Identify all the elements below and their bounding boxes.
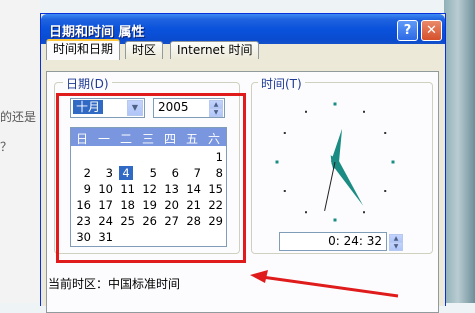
clock-hour-mark (391, 160, 395, 164)
background-text: ？ (0, 140, 13, 154)
calendar-day[interactable]: 30 (71, 230, 91, 244)
clock-hour-mark (305, 110, 307, 113)
red-arrow-annotation (250, 270, 399, 298)
calendar-weekday-header: 日 一 二 三 四 五 六 (71, 128, 226, 146)
weekday-label: 日 (75, 132, 88, 146)
calendar-day[interactable]: 24 (93, 214, 113, 228)
year-stepper[interactable]: 2005 ▲ ▼ (153, 98, 225, 118)
tab-internet-time[interactable]: Internet 时间 (170, 41, 260, 59)
time-group-label: 时间(T) (258, 75, 305, 92)
second-hand (324, 161, 336, 212)
clock-hour-mark (275, 160, 279, 164)
calendar-day[interactable]: 14 (181, 182, 201, 196)
calendar-day[interactable]: 29 (203, 214, 223, 228)
weekday-label: 四 (163, 132, 176, 146)
calendar-day[interactable]: 15 (203, 182, 223, 196)
weekday-label: 三 (141, 132, 154, 146)
year-value: 2005 (158, 100, 189, 114)
window-title: 日期和时间 属性 (49, 25, 145, 40)
clock-hour-mark (363, 211, 365, 214)
weekday-label: 六 (207, 132, 220, 146)
calendar-day[interactable]: 28 (181, 214, 201, 228)
clock-hour-mark (283, 190, 286, 192)
calendar: 日 一 二 三 四 五 六 1 2 3 4 5 6 7 8 9 10 11 12 13 14 15 16 17 1… (70, 127, 227, 247)
weekday-label: 二 (119, 132, 132, 146)
calendar-day[interactable]: 16 (71, 198, 91, 212)
clock-hands (324, 128, 364, 212)
chevron-down-icon[interactable]: ▼ (127, 100, 143, 116)
background-image (444, 0, 475, 303)
help-button[interactable]: ? (397, 20, 418, 41)
calendar-day[interactable]: 1 (203, 150, 223, 164)
calendar-day[interactable]: 8 (203, 166, 223, 180)
calendar-day[interactable]: 19 (137, 198, 157, 212)
calendar-day[interactable]: 18 (115, 198, 135, 212)
calendar-day[interactable]: 11 (115, 182, 135, 196)
clock-hour-mark (363, 110, 365, 113)
calendar-day[interactable]: 21 (181, 198, 201, 212)
clock-hour-mark (283, 132, 286, 134)
tab-date-time[interactable]: 时间和日期 (46, 39, 121, 60)
time-field[interactable]: 0: 24: 32 (279, 232, 387, 251)
weekday-label: 五 (185, 132, 198, 146)
calendar-day[interactable]: 13 (159, 182, 179, 196)
clock-hour-mark (305, 211, 307, 214)
spin-down-icon[interactable]: ▼ (209, 108, 223, 117)
clock-hour-mark (333, 218, 337, 222)
calendar-day[interactable]: 4 (119, 166, 133, 180)
background-text: 的还是 (0, 110, 37, 124)
month-value: 十月 (73, 100, 104, 114)
month-select[interactable]: 十月 ▼ (70, 98, 145, 118)
time-spin-down-icon[interactable]: ▼ (389, 242, 403, 251)
calendar-day[interactable]: 5 (137, 166, 157, 180)
calendar-day[interactable]: 23 (71, 214, 91, 228)
current-timezone-label: 当前时区：中国标准时间 (48, 277, 181, 291)
calendar-day[interactable]: 10 (93, 182, 113, 196)
calendar-day[interactable]: 17 (93, 198, 113, 212)
calendar-day[interactable]: 26 (137, 214, 157, 228)
clock-hour-mark (333, 102, 337, 106)
date-group-label: 日期(D) (63, 75, 112, 92)
time-value: 0: 24: 32 (328, 234, 382, 248)
clock-hour-mark (384, 132, 387, 134)
calendar-day[interactable]: 12 (137, 182, 157, 196)
calendar-day[interactable]: 31 (93, 230, 113, 244)
calendar-day[interactable]: 22 (203, 198, 223, 212)
minute-hand (330, 155, 364, 206)
analog-clock (275, 102, 395, 222)
tab-timezone[interactable]: 时区 (125, 41, 164, 59)
calendar-day[interactable]: 20 (159, 198, 179, 212)
calendar-day[interactable]: 9 (71, 182, 91, 196)
weekday-label: 一 (97, 132, 110, 146)
calendar-day[interactable]: 3 (93, 166, 113, 180)
calendar-day[interactable]: 7 (181, 166, 201, 180)
calendar-day[interactable]: 2 (71, 166, 91, 180)
calendar-day[interactable]: 6 (159, 166, 179, 180)
calendar-day[interactable]: 27 (159, 214, 179, 228)
clock-hour-mark (384, 190, 387, 192)
background-page: 的还是 ？ (0, 0, 40, 303)
calendar-day[interactable]: 25 (115, 214, 135, 228)
close-button[interactable]: ✕ (421, 20, 442, 41)
